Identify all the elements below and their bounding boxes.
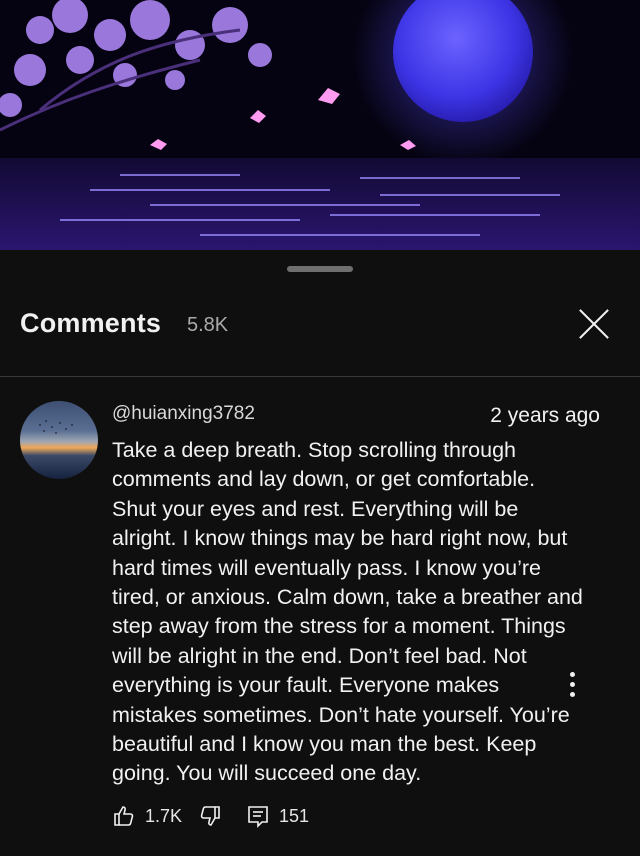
comment-actions: 1.7K 151 (112, 799, 612, 833)
more-vertical-icon[interactable] (562, 668, 582, 702)
comments-title: Comments (20, 308, 162, 338)
comments-count: 5.8K (187, 314, 229, 336)
reply-icon (246, 804, 270, 828)
reply-count: 151 (279, 805, 310, 826)
thumbs-down-icon (198, 804, 222, 828)
close-icon[interactable] (576, 306, 612, 342)
video-thumbnail (0, 0, 640, 250)
like-count: 1.7K (145, 805, 183, 826)
comments-header: Comments 5.8K (20, 302, 620, 346)
dislike-button[interactable] (198, 799, 222, 833)
drag-handle[interactable] (287, 266, 353, 272)
comment-item: @huianxing3782 2 years ago Take a deep b… (0, 377, 640, 856)
avatar[interactable] (20, 401, 98, 479)
comment-time: 2 years ago (490, 404, 600, 427)
comment-author[interactable]: @huianxing3782 (112, 403, 255, 425)
comment-text: Take a deep breath. Stop scrolling throu… (112, 438, 583, 786)
thumbs-up-icon (112, 804, 136, 828)
reply-button[interactable]: 151 (246, 799, 309, 833)
like-button[interactable]: 1.7K (112, 799, 182, 833)
comments-sheet: Comments 5.8K @huianxing3782 2 years ago… (0, 250, 640, 856)
